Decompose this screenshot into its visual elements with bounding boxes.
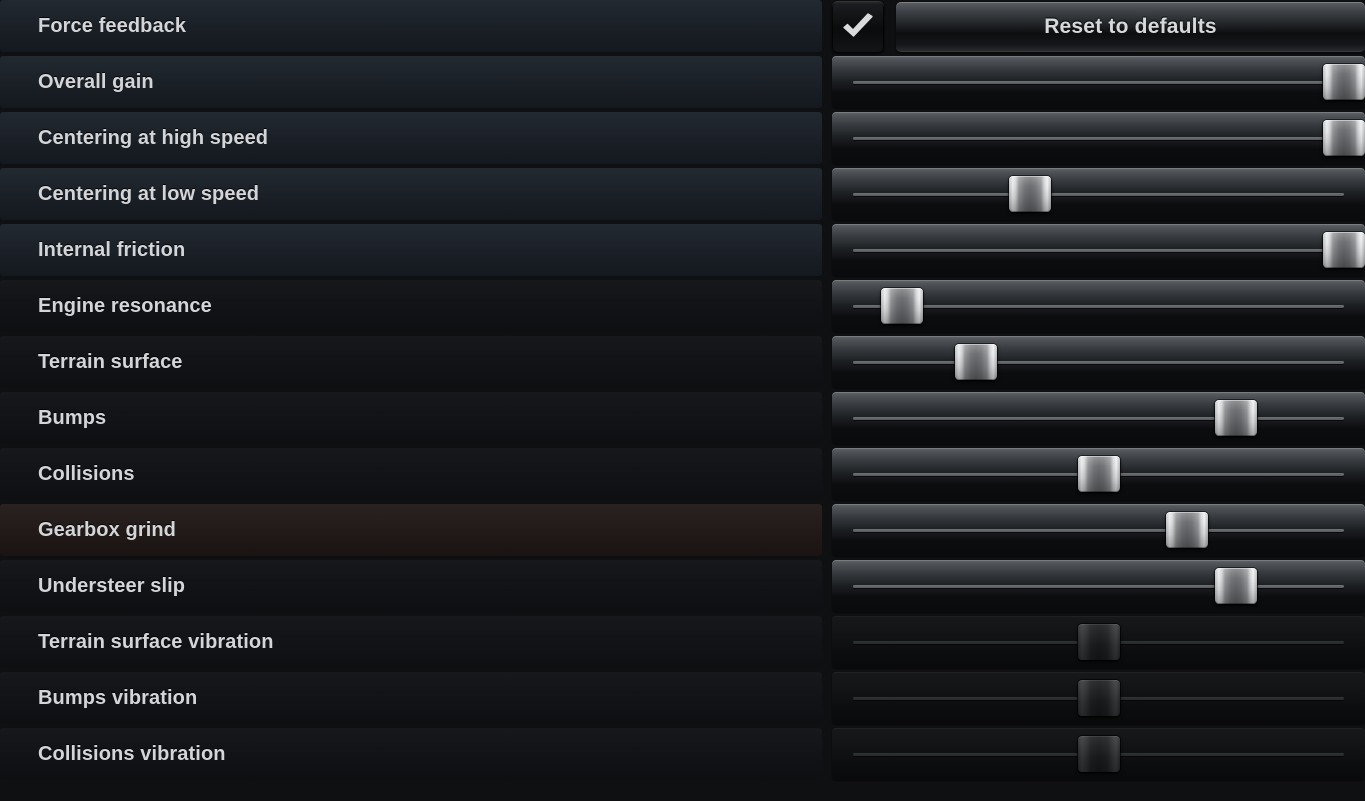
slider-track[interactable] bbox=[853, 305, 1344, 308]
reset-to-defaults-button[interactable]: Reset to defaults bbox=[896, 2, 1365, 52]
slider-track[interactable] bbox=[853, 361, 1344, 364]
slider-handle[interactable] bbox=[1214, 568, 1257, 604]
settings-row-centering-at-high-speed[interactable]: Centering at high speed bbox=[0, 112, 822, 164]
settings-row-label: Terrain surface vibration bbox=[38, 630, 274, 653]
settings-row-overall-gain[interactable]: Overall gain bbox=[0, 56, 822, 108]
slider-terrain-surface-vibration bbox=[832, 616, 1365, 668]
settings-row-gearbox-grind[interactable]: Gearbox grind bbox=[0, 504, 822, 556]
settings-row-label: Internal friction bbox=[38, 238, 186, 261]
check-icon bbox=[841, 13, 875, 41]
settings-row-label: Force feedback bbox=[38, 14, 187, 37]
reset-to-defaults-label: Reset to defaults bbox=[1044, 15, 1217, 38]
slider-track[interactable] bbox=[853, 193, 1344, 196]
settings-control-column: Reset to defaults bbox=[832, 0, 1365, 801]
slider-centering-at-low-speed[interactable] bbox=[832, 168, 1365, 220]
settings-row-bumps[interactable]: Bumps bbox=[0, 392, 822, 444]
slider-handle[interactable] bbox=[1165, 512, 1208, 548]
slider-handle bbox=[1077, 624, 1120, 660]
settings-row-label: Gearbox grind bbox=[38, 518, 176, 541]
slider-handle bbox=[1077, 680, 1120, 716]
slider-collisions-vibration bbox=[832, 728, 1365, 780]
slider-track[interactable] bbox=[853, 81, 1344, 84]
settings-row-collisions[interactable]: Collisions bbox=[0, 448, 822, 500]
slider-centering-at-high-speed[interactable] bbox=[832, 112, 1365, 164]
slider-terrain-surface[interactable] bbox=[832, 336, 1365, 388]
slider-track[interactable] bbox=[853, 585, 1344, 588]
slider-engine-resonance[interactable] bbox=[832, 280, 1365, 332]
settings-row-collisions-vibration[interactable]: Collisions vibration bbox=[0, 728, 822, 780]
slider-handle[interactable] bbox=[1323, 120, 1365, 156]
slider-gearbox-grind[interactable] bbox=[832, 504, 1365, 556]
slider-handle[interactable] bbox=[1323, 232, 1365, 268]
slider-overall-gain[interactable] bbox=[832, 56, 1365, 108]
settings-row-label: Bumps vibration bbox=[38, 686, 198, 709]
settings-row-bumps-vibration[interactable]: Bumps vibration bbox=[0, 672, 822, 724]
settings-row-label: Centering at low speed bbox=[38, 182, 260, 205]
settings-row-label: Collisions bbox=[38, 462, 135, 485]
force-feedback-enabled-checkbox[interactable] bbox=[832, 1, 884, 53]
settings-row-understeer-slip[interactable]: Understeer slip bbox=[0, 560, 822, 612]
slider-internal-friction[interactable] bbox=[832, 224, 1365, 276]
slider-track[interactable] bbox=[853, 529, 1344, 532]
settings-row-terrain-surface[interactable]: Terrain surface bbox=[0, 336, 822, 388]
slider-handle[interactable] bbox=[881, 288, 924, 324]
slider-bumps-vibration bbox=[832, 672, 1365, 724]
settings-row-engine-resonance[interactable]: Engine resonance bbox=[0, 280, 822, 332]
settings-row-label: Overall gain bbox=[38, 70, 154, 93]
slider-bumps[interactable] bbox=[832, 392, 1365, 444]
slider-handle[interactable] bbox=[954, 344, 997, 380]
settings-row-label: Collisions vibration bbox=[38, 742, 226, 765]
slider-track[interactable] bbox=[853, 417, 1344, 420]
force-feedback-settings-panel: Force feedback Overall gain Centering at h… bbox=[0, 0, 1365, 801]
settings-row-label: Engine resonance bbox=[38, 294, 212, 317]
slider-handle[interactable] bbox=[1077, 456, 1120, 492]
settings-label-column: Force feedback Overall gain Centering at h… bbox=[0, 0, 828, 801]
settings-row-label: Terrain surface bbox=[38, 350, 183, 373]
slider-understeer-slip[interactable] bbox=[832, 560, 1365, 612]
settings-row-force-feedback[interactable]: Force feedback bbox=[0, 0, 822, 52]
slider-track[interactable] bbox=[853, 137, 1344, 140]
slider-collisions[interactable] bbox=[832, 448, 1365, 500]
settings-row-label: Understeer slip bbox=[38, 574, 186, 597]
slider-handle[interactable] bbox=[1323, 64, 1365, 100]
slider-handle[interactable] bbox=[1214, 400, 1257, 436]
settings-row-terrain-surface-vibration[interactable]: Terrain surface vibration bbox=[0, 616, 822, 668]
settings-row-label: Bumps bbox=[38, 406, 107, 429]
slider-handle bbox=[1077, 736, 1120, 772]
slider-track[interactable] bbox=[853, 249, 1344, 252]
force-feedback-header-row: Reset to defaults bbox=[832, 0, 1365, 54]
settings-row-internal-friction[interactable]: Internal friction bbox=[0, 224, 822, 276]
settings-row-label: Centering at high speed bbox=[38, 126, 269, 149]
slider-handle[interactable] bbox=[1008, 176, 1051, 212]
settings-row-centering-at-low-speed[interactable]: Centering at low speed bbox=[0, 168, 822, 220]
